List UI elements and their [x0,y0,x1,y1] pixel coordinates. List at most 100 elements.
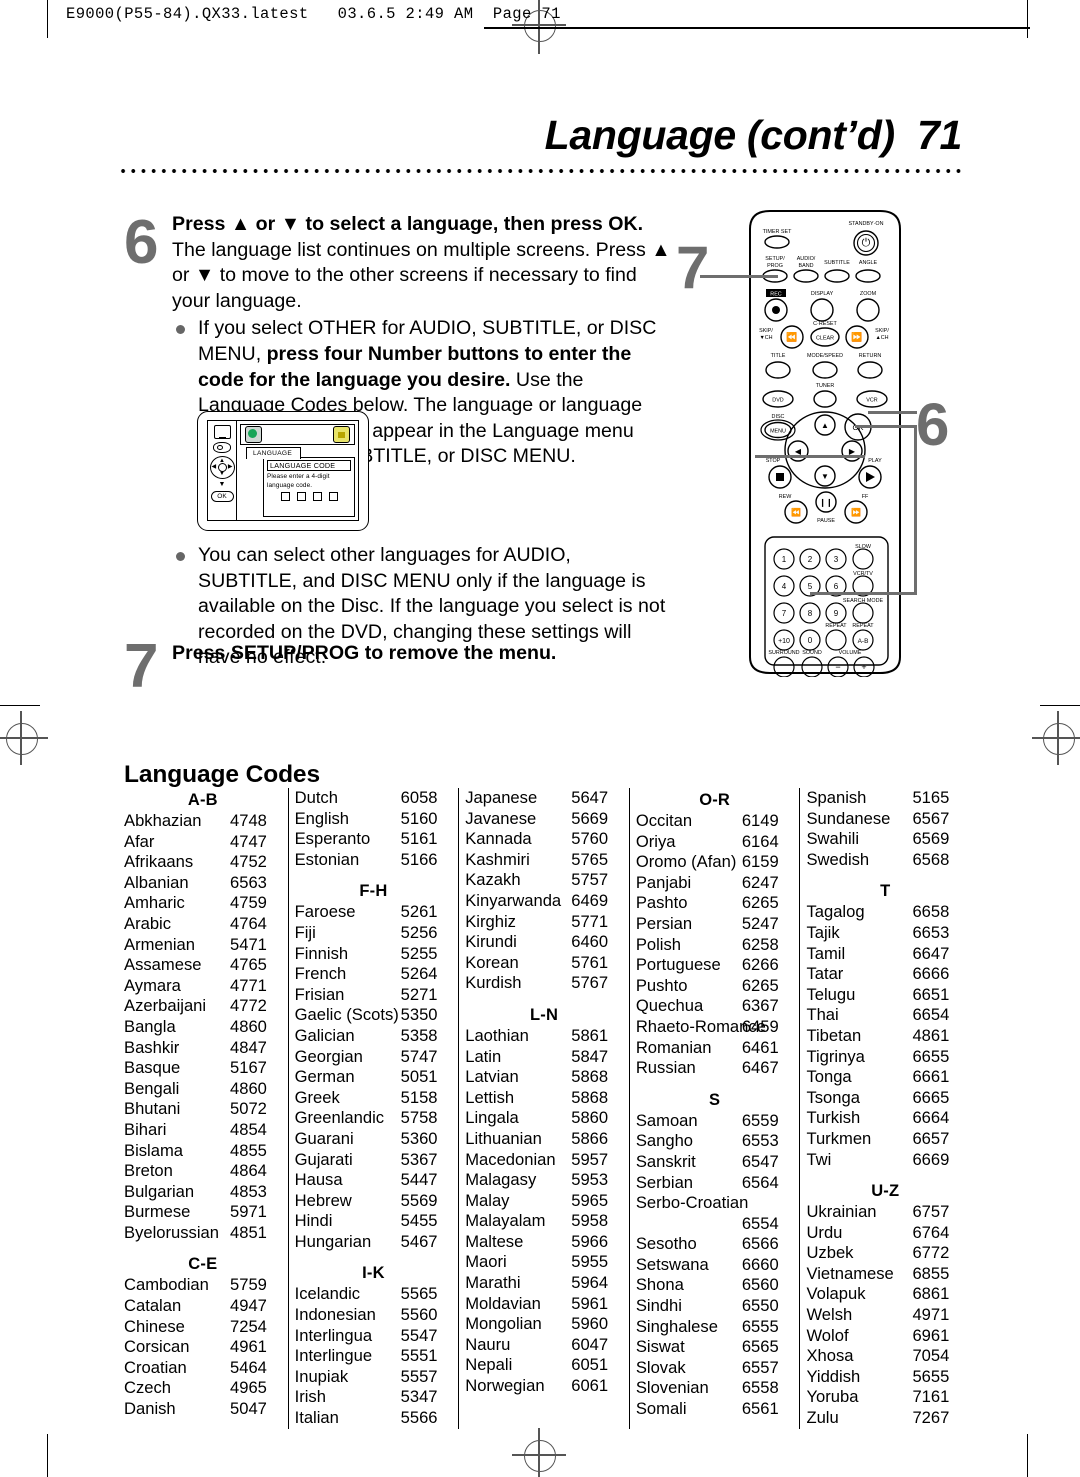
language-code: 6563 [230,872,267,892]
language-code: 5868 [571,1087,609,1107]
language-code: 4961 [230,1337,267,1357]
language-code: 5165 [912,788,950,807]
language-code: 6647 [912,943,950,963]
language-name: Urdu [806,1222,843,1242]
language-codes-column: Japanese 5647 Javanese 5669 Kannada 5760 Kashm… [459,788,629,1429]
language-code: 4860 [230,1078,267,1098]
svg-text:PLAY: PLAY [868,458,882,464]
language-name: Dutch [294,788,338,807]
language-name: Zulu [806,1408,839,1428]
language-code-row: Sangho 6553 [630,1131,800,1152]
language-code-row: Marathi 5964 [459,1273,629,1294]
digit-box-1 [280,492,290,501]
language-name: Oromo (Afan) [635,852,737,872]
language-code-row: Bengali 4860 [118,1079,288,1100]
language-code-row: Tibetan 4861 [800,1026,970,1047]
language-name: Sanskrit [635,1151,696,1171]
language-code-row: Latvian 5868 [459,1067,629,1088]
crop-mark-top-left-v [47,0,49,38]
svg-text:A-B: A-B [858,638,869,645]
language-code: 6654 [912,1005,950,1025]
digit-box-2 [296,492,306,501]
language-code-row: Finnish 5255 [289,944,459,965]
language-code: 6558 [741,1378,779,1398]
language-name: Bihari [124,1119,167,1139]
language-code: 5547 [400,1325,438,1345]
language-code-row: English 5160 [289,809,459,830]
language-code-row: Cambodian 5759 [118,1275,288,1296]
language-code: 6553 [741,1131,779,1151]
language-code: 6660 [741,1254,779,1274]
ok-button-illustration: OK [210,491,234,502]
language-name: Malayalam [465,1211,546,1231]
language-name: Nauru [465,1334,511,1354]
tv-side-icon-column: ▲ ▼ ◀ ▶ ▼ OK [208,421,237,520]
language-name: Quechua [635,996,704,1016]
language-name: Maori [465,1252,507,1272]
language-code-row: Malagasy 5953 [459,1170,629,1191]
language-code-row: Tigrinya 6655 [800,1047,970,1068]
language-code: 6666 [912,964,950,984]
language-name: Marathi [465,1273,521,1293]
language-code-row: Korean 5761 [459,953,629,974]
language-code: 4861 [912,1025,950,1045]
language-code: 6061 [571,1376,609,1396]
globe-icon [245,426,262,443]
language-name: Persian [635,913,693,933]
language-code: 4764 [230,913,267,933]
language-code-row: Zulu 7267 [800,1408,970,1429]
language-name: Afrikaans [124,852,194,872]
language-name: Somali [635,1399,687,1419]
language-name: Shona [635,1275,684,1295]
language-code: 5566 [400,1408,438,1428]
language-code: 5271 [400,984,438,1004]
language-code-row: Hebrew 5569 [289,1191,459,1212]
language-code-row: Hindi 5455 [289,1211,459,1232]
language-name: Latin [465,1046,502,1066]
language-name: Greek [294,1087,340,1107]
language-code: 5961 [571,1293,609,1313]
callout-6-leader-h2 [810,592,917,595]
language-code-row: Telugu 6651 [800,985,970,1006]
language-code [742,1193,794,1214]
language-codes-section-header: C-E [188,1255,218,1274]
language-name: Byelorussian [124,1222,220,1242]
language-code: 5350 [400,1005,438,1025]
language-code: 6159 [741,852,779,872]
language-code-row: Ukrainian 6757 [800,1202,970,1223]
language-code: 5957 [571,1149,609,1169]
language-code: 6550 [741,1296,779,1316]
registration-cross-right-v [1057,711,1059,765]
language-code-row: Serbian 6564 [630,1173,800,1194]
language-code-row: Swedish 6568 [800,850,970,871]
language-code: 5965 [571,1190,609,1210]
language-code: 5868 [571,1067,609,1087]
dpad-left-arrow-icon: ◀ [211,464,217,470]
language-code-row: Panjabi 6247 [630,873,800,894]
language-code-row: Armenian 5471 [118,935,288,956]
language-code-row: Arabic 4764 [118,914,288,935]
language-code-row: Irish 5347 [289,1387,459,1408]
language-code-row: Spanish 5165 [800,788,970,809]
language-name: Irish [294,1387,326,1407]
language-name: Nepali [465,1355,513,1375]
language-code-row: Gujarati 5367 [289,1150,459,1171]
language-codes-column: O-R Occitan 6149 Oriya 6164 Oromo (Afan) 6159 P… [630,788,800,1429]
language-code-row: French 5264 [289,964,459,985]
language-name: Tamil [806,943,846,963]
language-name: Sundanese [806,808,891,828]
language-code-row: Thai 6654 [800,1005,970,1026]
language-code-row: Sindhi 6550 [630,1296,800,1317]
language-code-row: Fiji 5256 [289,923,459,944]
language-code-row: Mongolian 5960 [459,1314,629,1335]
svg-text:5: 5 [808,582,813,591]
language-code: 5759 [230,1275,267,1295]
language-code: 5964 [571,1273,609,1293]
language-name: Breton [124,1161,173,1181]
language-codes-table: A-B Abkhazian 4748 Afar 4747 Afrikaans 4752 Alb… [118,788,970,1429]
language-code-row: Turkish 6664 [800,1108,970,1129]
language-code: 5760 [571,829,609,849]
language-name: Polish [635,934,682,954]
tv-screen-illustration: ▲ ▼ ◀ ▶ ▼ OK LANGUAGE LANGUAGE CODE Plea… [197,411,369,531]
svg-text:VCR: VCR [866,398,877,404]
